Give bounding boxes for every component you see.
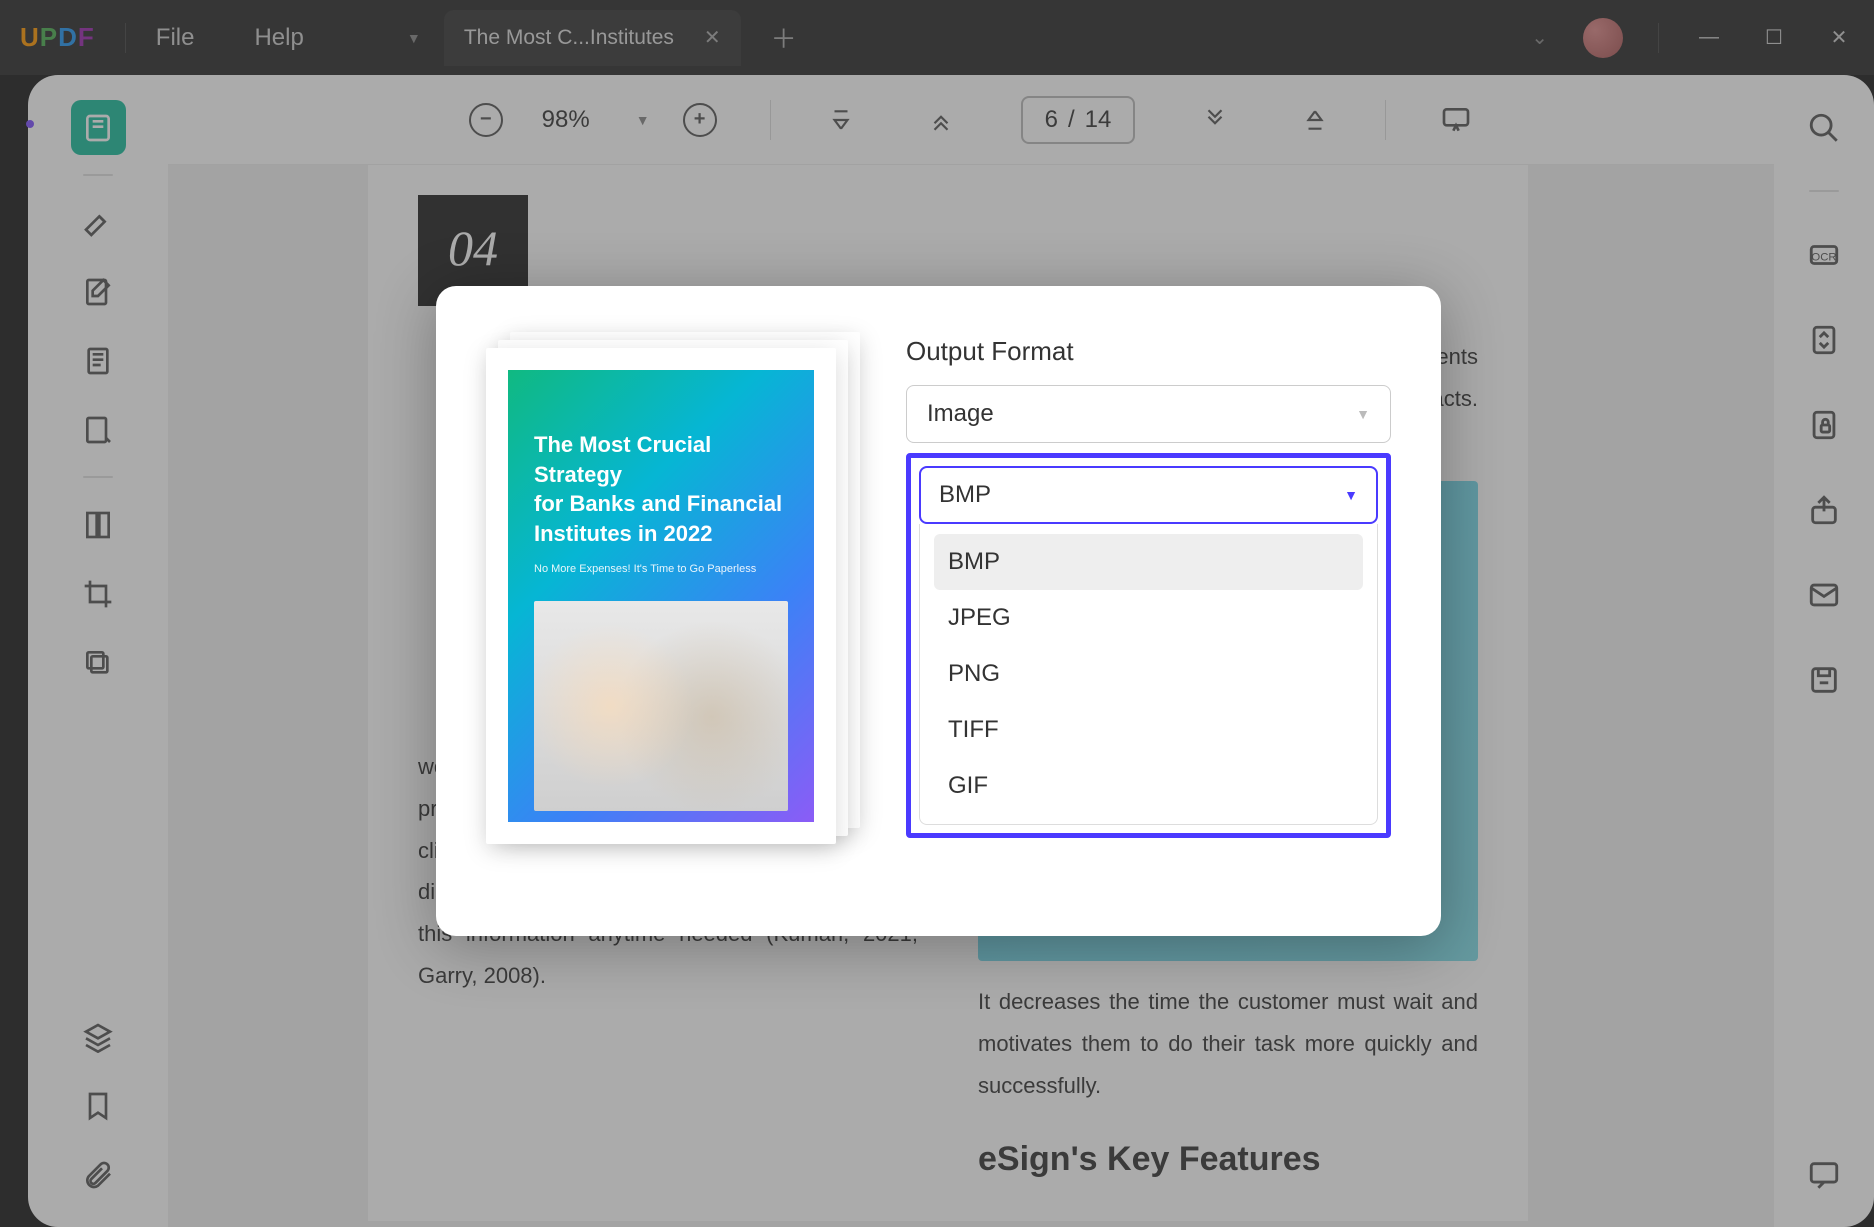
- chevron-down-icon: ▼: [1344, 487, 1358, 503]
- option-gif[interactable]: GIF: [934, 758, 1363, 814]
- chevron-down-icon: ▼: [1356, 406, 1370, 422]
- option-jpeg[interactable]: JPEG: [934, 590, 1363, 646]
- image-format-highlight: BMP ▼ BMP JPEG PNG TIFF GIF: [906, 453, 1391, 838]
- page-preview: The Most Crucial Strategy for Banks and …: [486, 336, 856, 836]
- preview-title-line: for Banks and Financial: [534, 489, 788, 519]
- preview-subtitle: No More Expenses! It's Time to Go Paperl…: [534, 563, 788, 575]
- output-format-select[interactable]: Image ▼: [906, 385, 1391, 443]
- preview-title-line: Institutes in 2022: [534, 519, 788, 549]
- option-tiff[interactable]: TIFF: [934, 702, 1363, 758]
- preview-sheet-front: The Most Crucial Strategy for Banks and …: [486, 348, 836, 844]
- output-format-label: Output Format: [906, 336, 1391, 367]
- export-modal: The Most Crucial Strategy for Banks and …: [436, 286, 1441, 936]
- image-format-select[interactable]: BMP ▼: [919, 466, 1378, 524]
- image-format-dropdown: BMP JPEG PNG TIFF GIF: [919, 524, 1378, 825]
- output-format-value: Image: [927, 400, 994, 428]
- image-format-value: BMP: [939, 481, 991, 509]
- preview-title-line: The Most Crucial Strategy: [534, 430, 788, 489]
- modal-controls: Output Format Image ▼ BMP ▼ BMP JPEG PNG…: [906, 336, 1391, 886]
- preview-image: [534, 601, 788, 811]
- option-png[interactable]: PNG: [934, 646, 1363, 702]
- option-bmp[interactable]: BMP: [934, 534, 1363, 590]
